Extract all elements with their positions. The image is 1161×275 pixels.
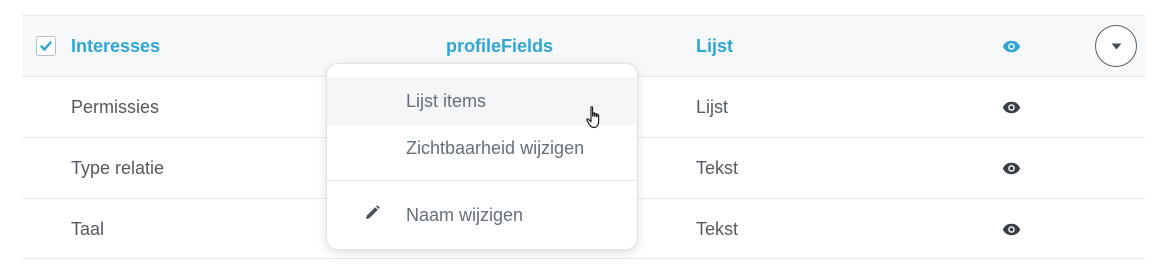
field-type: Tekst xyxy=(696,157,739,178)
visibility-toggle[interactable] xyxy=(1002,199,1021,259)
caret-down-icon xyxy=(1111,43,1121,49)
menu-divider xyxy=(327,180,637,181)
menu-item-change-visibility[interactable]: Zichtbaarheid wijzigen xyxy=(327,125,637,171)
row-checkbox[interactable] xyxy=(36,36,56,56)
row-checkbox-cell xyxy=(36,16,56,76)
field-type: Lijst xyxy=(696,35,734,56)
field-name: Permissies xyxy=(71,96,160,117)
checkmark-icon xyxy=(40,41,52,51)
eye-icon xyxy=(1002,162,1021,174)
eye-icon xyxy=(1002,40,1021,52)
visibility-toggle[interactable] xyxy=(1002,138,1021,198)
field-name: Type relatie xyxy=(71,157,165,178)
menu-item-label: Naam wijzigen xyxy=(406,204,524,225)
visibility-toggle[interactable] xyxy=(1002,77,1021,137)
hand-pointer-icon xyxy=(586,106,600,129)
row-actions-button[interactable] xyxy=(1095,25,1137,67)
menu-item-label: Zichtbaarheid wijzigen xyxy=(406,137,585,158)
menu-item-rename[interactable]: Naam wijzigen xyxy=(327,192,637,238)
eye-icon xyxy=(1002,223,1021,235)
row-actions-menu: Lijst items Zichtbaarheid wijzigen Naam … xyxy=(326,63,638,250)
pencil-icon xyxy=(366,205,380,219)
field-type: Tekst xyxy=(696,218,739,239)
field-type: Lijst xyxy=(696,96,729,117)
visibility-toggle[interactable] xyxy=(1002,16,1021,76)
eye-icon xyxy=(1002,101,1021,113)
field-name: Taal xyxy=(71,218,105,239)
field-name: Interesses xyxy=(71,35,161,56)
row-actions-cell xyxy=(1095,16,1137,76)
menu-item-label: Lijst items xyxy=(406,90,487,111)
